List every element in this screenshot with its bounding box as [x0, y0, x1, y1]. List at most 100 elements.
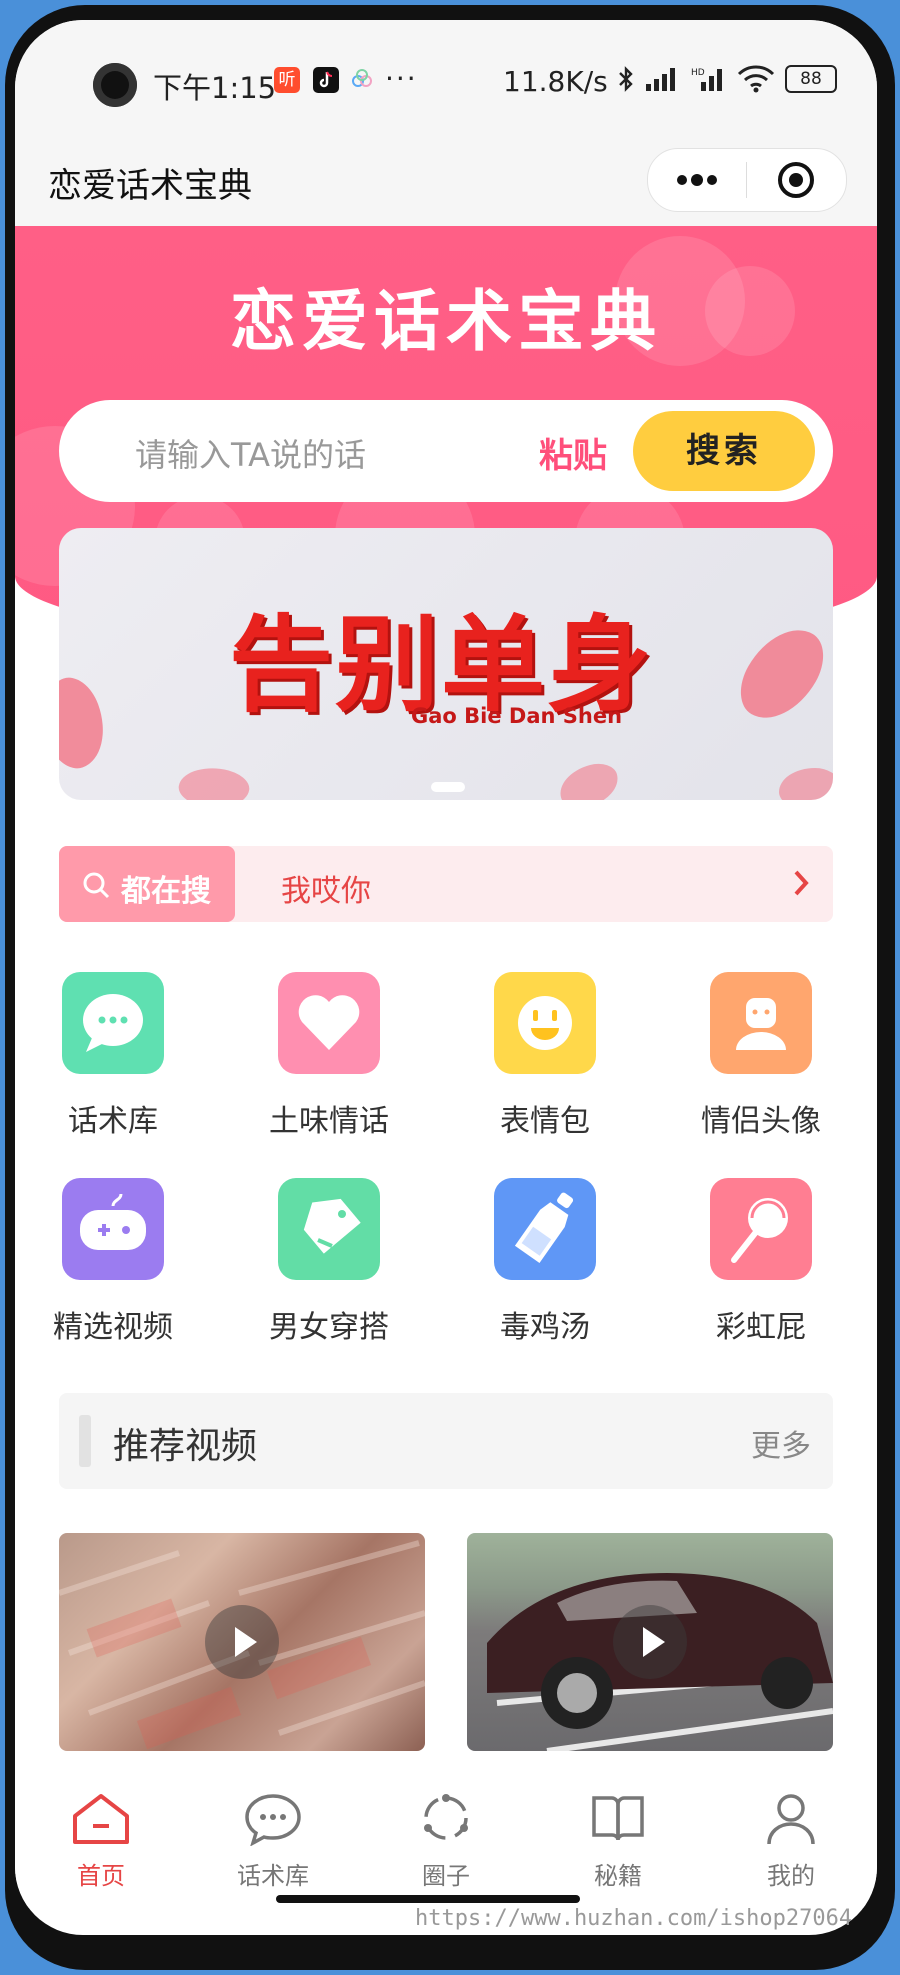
play-icon[interactable]: [205, 1605, 279, 1679]
grid-item-featured-videos[interactable]: 精选视频: [15, 1178, 213, 1346]
grid-label: 毒鸡汤: [500, 1310, 590, 1345]
grid-icon-tile: [710, 1178, 812, 1280]
petal-decor: [176, 762, 252, 800]
grid-label: 男女穿搭: [269, 1310, 389, 1345]
petal-decor: [728, 614, 833, 734]
tab-label: 我的: [767, 1862, 815, 1890]
grid-icon-tile: [710, 972, 812, 1074]
tab-mine[interactable]: 我的: [705, 1790, 877, 1891]
section-accent-bar: [79, 1415, 91, 1467]
search-bar: 请输入TA说的话 粘贴 搜索: [59, 400, 833, 502]
tab-secrets[interactable]: 秘籍: [532, 1790, 704, 1891]
hero-title: 恋爱话术宝典: [230, 283, 662, 360]
home-icon: [73, 1794, 129, 1844]
chat-icon: [245, 1794, 301, 1847]
chat-bubble-icon: [83, 994, 143, 1052]
smiley-icon: [518, 996, 572, 1050]
home-indicator[interactable]: [276, 1895, 580, 1903]
svg-text:HD: HD: [691, 68, 705, 78]
heart-icon: [298, 995, 360, 1050]
search-button[interactable]: 搜索: [633, 411, 815, 491]
grid-label: 彩虹屁: [716, 1310, 806, 1345]
battery-indicator: 88: [785, 65, 837, 93]
video-card[interactable]: [467, 1533, 833, 1751]
signal-icon: [646, 68, 675, 91]
tab-home[interactable]: 首页: [15, 1790, 187, 1891]
banner-carousel[interactable]: 告别单身 Gao Bie Dan Shen: [59, 528, 833, 800]
tag-icon: [303, 1198, 361, 1254]
gamepad-icon: [80, 1193, 146, 1250]
cloud-app-icon: [349, 67, 375, 93]
status-right: HD 88: [617, 65, 837, 93]
grid-label: 情侣头像: [701, 1104, 821, 1139]
more-menu-button[interactable]: [648, 149, 746, 211]
watermark-text: https://www.huzhan.com/ishop27064: [415, 1906, 853, 1931]
capsule-menu: [647, 148, 847, 212]
carousel-indicator[interactable]: [431, 782, 465, 792]
phone-screen: 下午1:15 听 ··· 11.8K/s HD 88 恋爱话术宝典 恋爱话术宝典…: [15, 20, 877, 1935]
grid-label: 精选视频: [53, 1310, 173, 1345]
video-card[interactable]: [59, 1533, 425, 1751]
grid-item-couple-avatars[interactable]: 情侣头像: [661, 972, 861, 1140]
user-icon: [767, 1794, 815, 1845]
play-icon[interactable]: [613, 1605, 687, 1679]
nav-title: 恋爱话术宝典: [48, 166, 252, 206]
grid-icon-tile: [278, 972, 380, 1074]
more-notifications: ···: [385, 62, 418, 95]
grid-icon-tile: [62, 1178, 164, 1280]
grid-item-script-library[interactable]: 话术库: [15, 972, 213, 1140]
bluetooth-icon: [619, 66, 633, 92]
grid-icon-tile: [278, 1178, 380, 1280]
grid-label: 土味情话: [269, 1104, 389, 1139]
petal-decor: [779, 768, 833, 800]
grid-icon-tile: [62, 972, 164, 1074]
person-icon: [736, 998, 786, 1050]
grid-icon-tile: [494, 1178, 596, 1280]
petal-decor: [554, 758, 624, 800]
tab-label: 话术库: [237, 1862, 309, 1890]
target-icon: [778, 162, 814, 198]
tab-label: 首页: [77, 1862, 125, 1890]
close-miniprogram-button[interactable]: [747, 149, 845, 211]
more-link[interactable]: 更多: [751, 1421, 811, 1465]
network-speed: 11.8K/s: [503, 65, 608, 98]
circle-icon: [424, 1794, 468, 1840]
grid-item-outfits[interactable]: 男女穿搭: [229, 1178, 429, 1346]
grid-item-stickers[interactable]: 表情包: [445, 972, 645, 1140]
grid-item-love-words[interactable]: 土味情话: [229, 972, 429, 1140]
front-camera: [93, 63, 137, 107]
lollipop-icon: [731, 1198, 788, 1263]
status-bar: 下午1:15 听 ··· 11.8K/s HD 88: [15, 20, 877, 130]
tab-circle[interactable]: 圈子: [360, 1790, 532, 1891]
banner-subtitle: Gao Bie Dan Shen: [411, 704, 623, 728]
paste-button[interactable]: 粘贴: [539, 428, 607, 477]
nav-bar: 恋爱话术宝典: [15, 130, 877, 226]
petal-decor: [59, 670, 117, 776]
hot-search-bar[interactable]: 都在搜 我哎你: [59, 846, 833, 922]
tab-label: 圈子: [422, 1862, 470, 1890]
chevron-right-icon: [794, 870, 809, 896]
tab-bar: 首页 话术库 圈子 秘籍 我的: [15, 1770, 877, 1908]
hot-search-keyword[interactable]: 我哎你: [281, 866, 371, 910]
tab-label: 秘籍: [594, 1862, 642, 1890]
grid-item-rainbow-fart[interactable]: 彩虹屁: [661, 1178, 861, 1346]
section-title: 推荐视频: [113, 1426, 258, 1467]
signal-hd-icon: HD: [691, 68, 722, 91]
grid-item-chicken-soup[interactable]: 毒鸡汤: [445, 1178, 645, 1346]
grid-label: 表情包: [500, 1104, 590, 1139]
book-icon: [592, 1796, 644, 1841]
search-icon: [83, 872, 110, 899]
tab-script-library[interactable]: 话术库: [187, 1790, 359, 1891]
search-input[interactable]: 请输入TA说的话: [135, 430, 366, 476]
hot-search-label: 都在搜: [121, 874, 211, 909]
bottle-icon: [514, 1192, 574, 1263]
hot-search-tag: 都在搜: [59, 846, 235, 922]
news-app-icon: 听: [274, 67, 300, 93]
status-time: 下午1:15: [153, 71, 277, 105]
more-dots-icon: [677, 174, 717, 186]
tiktok-icon: [313, 67, 339, 93]
grid-icon-tile: [494, 972, 596, 1074]
wifi-icon: [737, 65, 775, 93]
grid-label: 话术库: [68, 1104, 158, 1139]
recommended-videos-header: 推荐视频 更多: [59, 1393, 833, 1489]
